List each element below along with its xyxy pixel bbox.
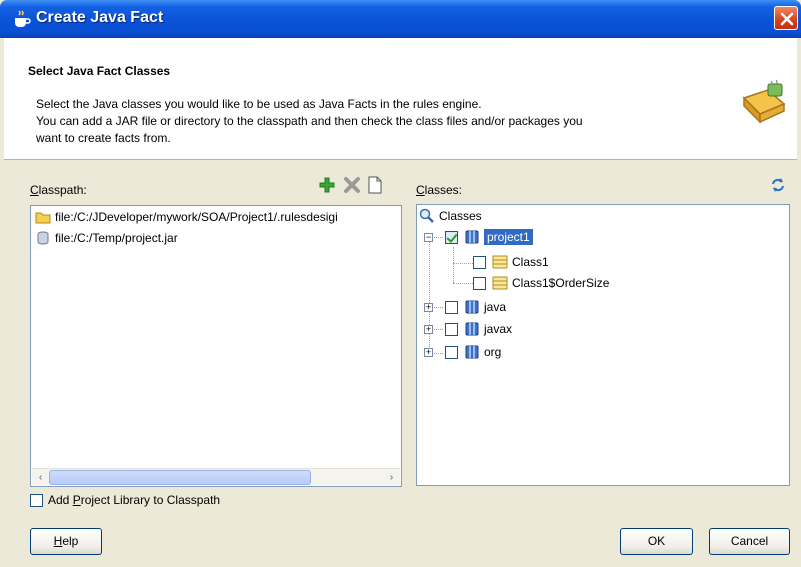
description-line: Select the Java classes you would like t… [36,97,482,111]
tree-line [453,247,454,283]
expand-toggle[interactable]: + [424,325,433,334]
description-line: want to create facts from. [36,131,171,145]
classes-label: Classes: [416,183,463,197]
checkbox[interactable] [445,322,458,336]
tree-root[interactable]: Classes [419,207,482,225]
classpath-item[interactable]: file:/C:/Temp/project.jar [35,229,178,247]
dialog-title: Create Java Fact [36,9,164,26]
java-fact-wizard-icon [742,79,786,124]
jar-icon [37,231,49,245]
classes-tree[interactable]: Classes − project1 Class1 Class1$OrderSi… [416,204,790,486]
checkbox[interactable] [473,276,486,290]
new-document-icon[interactable] [366,176,384,194]
checkbox[interactable] [445,300,458,314]
tree-line [453,283,473,284]
package-icon [465,345,479,359]
header-description: Select the Java classes you would like t… [36,96,736,147]
collapse-toggle[interactable]: − [424,233,433,242]
wizard-header: Select Java Fact Classes Select the Java… [4,38,797,160]
tree-node-java[interactable]: java [445,298,506,316]
classpath-label: Classpath: [30,183,87,197]
close-icon [780,12,794,26]
package-icon [465,322,479,336]
add-project-library-label: Add Project Library to Classpath [48,493,221,507]
class-icon [492,255,508,269]
tree-node-class1-ordersize[interactable]: Class1$OrderSize [473,274,609,292]
refresh-icon[interactable] [769,176,787,194]
checkbox[interactable] [445,230,458,244]
tree-node-javax[interactable]: javax [445,320,512,338]
package-icon [465,300,479,314]
class-icon [492,276,508,290]
cancel-button[interactable]: Cancel [709,528,790,555]
header-title: Select Java Fact Classes [28,64,171,78]
horizontal-scrollbar[interactable]: ‹ › [32,468,400,485]
add-project-library-checkbox[interactable] [30,493,43,507]
create-java-fact-dialog: Create Java Fact Select Java Fact Classe… [0,0,801,567]
tree-line [429,235,430,357]
tree-node-org[interactable]: org [445,343,501,361]
remove-icon[interactable] [343,176,361,194]
add-icon[interactable] [318,176,336,194]
tree-node-class1[interactable]: Class1 [473,253,549,271]
checkbox[interactable] [473,255,486,269]
scrollbar-thumb[interactable] [49,470,311,485]
close-button[interactable] [774,6,798,30]
java-cup-icon [15,10,31,27]
classpath-item[interactable]: file:/C:/JDeveloper/mywork/SOA/Project1/… [35,208,338,226]
expand-toggle[interactable]: + [424,303,433,312]
expand-toggle[interactable]: + [424,348,433,357]
scroll-right-arrow[interactable]: › [384,470,399,485]
tree-node-project1[interactable]: project1 [445,228,533,246]
magnifier-icon [419,208,434,223]
help-button[interactable]: Help [30,528,102,555]
tree-line [453,263,473,264]
title-bar[interactable]: Create Java Fact [0,0,801,38]
checkbox[interactable] [445,345,458,359]
description-line: You can add a JAR file or directory to t… [36,114,583,128]
add-project-library-option[interactable]: Add Project Library to Classpath [30,493,220,507]
ok-button[interactable]: OK [620,528,693,555]
package-icon [465,230,479,244]
scroll-left-arrow[interactable]: ‹ [33,470,48,485]
folder-icon [35,212,51,224]
classpath-list[interactable]: file:/C:/JDeveloper/mywork/SOA/Project1/… [30,205,402,487]
